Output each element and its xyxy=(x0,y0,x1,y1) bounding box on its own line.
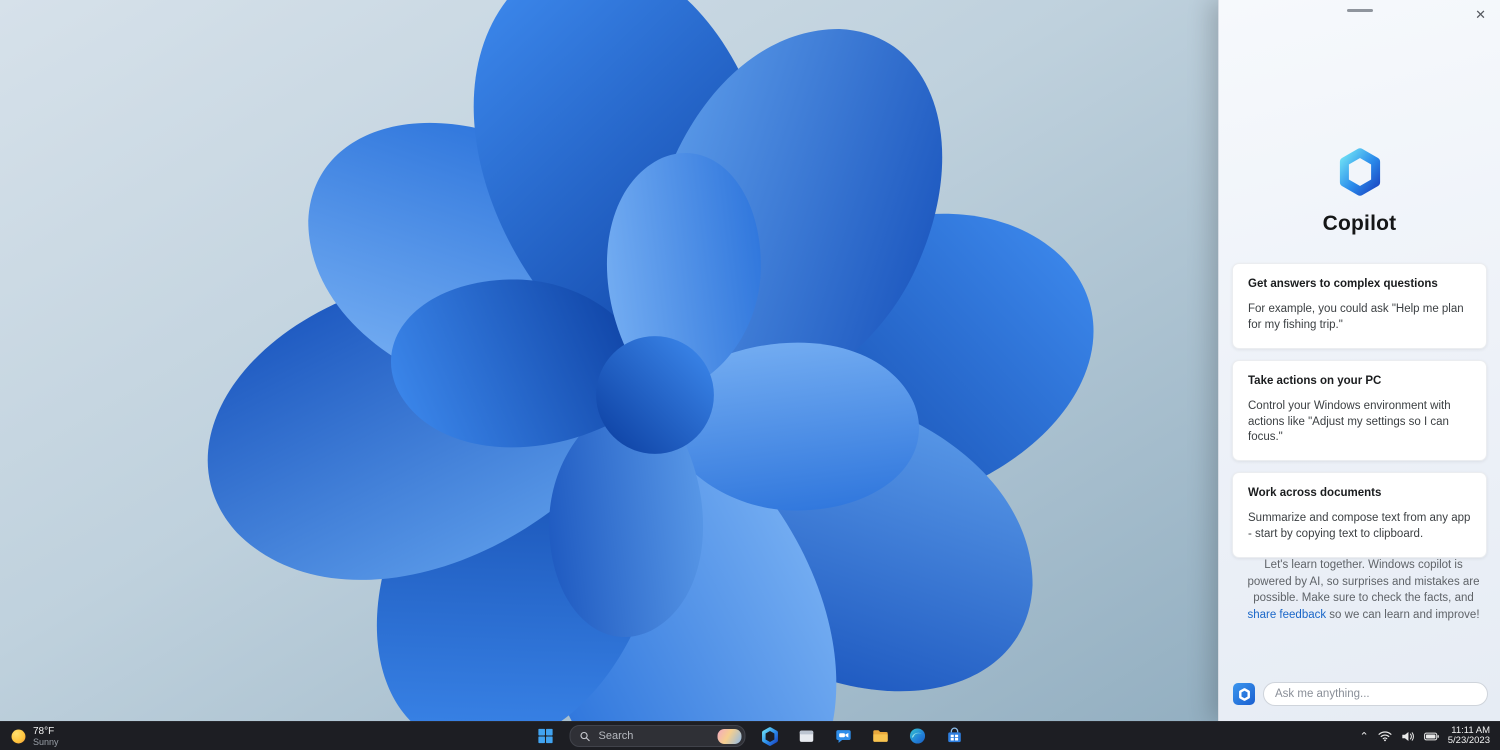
hidden-icons-chevron-icon[interactable]: ⌃ xyxy=(1360,731,1369,743)
card-body: Summarize and compose text from any app … xyxy=(1248,512,1471,541)
ai-disclaimer: Let's learn together. Windows copilot is… xyxy=(1241,557,1486,624)
disclaimer-text: so we can learn and improve! xyxy=(1326,609,1480,622)
suggestion-cards: Get answers to complex questions For exa… xyxy=(1232,263,1487,559)
suggestion-card-answers[interactable]: Get answers to complex questions For exa… xyxy=(1232,263,1487,349)
clock-date: 5/23/2023 xyxy=(1447,735,1490,746)
suggestion-card-documents[interactable]: Work across documents Summarize and comp… xyxy=(1232,472,1487,559)
copilot-sidebar: ✕ Copilot Get answers to complex questio… xyxy=(1218,0,1500,722)
search-input[interactable] xyxy=(596,729,712,743)
window-icon xyxy=(799,730,814,742)
search-highlight-image[interactable] xyxy=(717,728,742,744)
store-icon xyxy=(948,727,961,743)
card-title: Take actions on your PC xyxy=(1248,374,1382,387)
copilot-icon xyxy=(761,726,778,746)
taskbar-center-icons xyxy=(533,722,968,750)
chat-button[interactable] xyxy=(831,724,857,748)
sidebar-drag-handle[interactable] xyxy=(1346,9,1373,12)
card-title: Get answers to complex questions xyxy=(1248,278,1438,290)
copilot-taskbar-button[interactable] xyxy=(757,724,783,748)
weather-temperature: 78°F xyxy=(33,725,55,737)
weather-condition: Sunny xyxy=(33,736,59,747)
system-tray: ⌃ 11:11 AM 5/23/2023 xyxy=(1360,722,1490,750)
battery-icon[interactable] xyxy=(1423,732,1439,741)
taskbar-search-box[interactable] xyxy=(569,725,746,747)
copilot-title: Copilot xyxy=(1322,212,1397,235)
sun-icon xyxy=(11,729,26,743)
edge-icon xyxy=(909,728,926,744)
wifi-icon[interactable] xyxy=(1378,730,1392,742)
card-title: Work across documents xyxy=(1248,487,1382,500)
card-body: Control your Windows environment with ac… xyxy=(1248,399,1451,444)
clock-widget[interactable]: 11:11 AM 5/23/2023 xyxy=(1447,725,1490,747)
folder-app-button[interactable] xyxy=(868,724,894,748)
ask-me-anything-input[interactable] xyxy=(1263,682,1488,706)
copilot-input-row xyxy=(1233,682,1488,706)
suggestion-card-actions[interactable]: Take actions on your PC Control your Win… xyxy=(1232,359,1487,462)
copilot-logo-icon xyxy=(1336,148,1384,196)
windows-logo-icon xyxy=(538,728,553,744)
share-feedback-link[interactable]: share feedback xyxy=(1247,609,1326,621)
desktop-wallpaper xyxy=(0,0,1218,722)
card-body: For example, you could ask "Help me plan… xyxy=(1248,303,1464,331)
bloom-wallpaper-art xyxy=(0,0,1218,722)
weather-widget[interactable]: 78°F Sunny xyxy=(10,722,59,750)
volume-icon[interactable] xyxy=(1401,731,1415,742)
edge-browser-button[interactable] xyxy=(905,724,931,748)
microsoft-store-button[interactable] xyxy=(942,724,968,748)
copilot-input-icon[interactable] xyxy=(1233,683,1255,705)
file-explorer-button[interactable] xyxy=(794,724,820,748)
taskbar: 78°F Sunny Search ⌃ 11:11 AM 5/23/2023 xyxy=(0,721,1500,750)
folder-icon xyxy=(873,730,888,742)
disclaimer-text: Let's learn together. Windows copilot is… xyxy=(1247,559,1480,605)
chat-icon xyxy=(836,730,851,743)
start-button[interactable] xyxy=(533,724,559,748)
search-icon xyxy=(580,731,590,741)
close-icon[interactable]: ✕ xyxy=(1471,4,1490,25)
